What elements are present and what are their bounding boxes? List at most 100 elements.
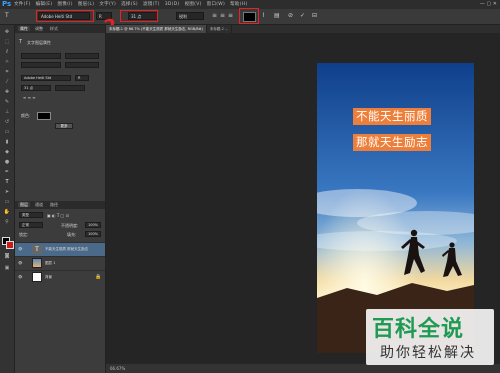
- blur-tool-icon[interactable]: ◆: [3, 149, 11, 156]
- menu-filter[interactable]: 滤镜(T): [143, 2, 160, 7]
- visibility-eye-icon[interactable]: 👁: [18, 247, 22, 251]
- history-brush-icon[interactable]: ↺: [3, 119, 11, 126]
- menu-layer[interactable]: 图层(L): [78, 2, 95, 7]
- visibility-eye-icon[interactable]: 👁: [18, 261, 22, 265]
- tab-paths[interactable]: 路径: [48, 202, 60, 207]
- menu-view[interactable]: 视图(V): [185, 2, 202, 7]
- cancel-icon[interactable]: ⊘: [288, 12, 293, 19]
- panel-field-y[interactable]: [65, 62, 99, 68]
- hand-tool-icon[interactable]: ✋: [3, 209, 11, 216]
- document-tabs: 未标题-1 @ 66.7% (不能天生丽质 那就天生励志, RGB/8#) 未标题…: [106, 25, 500, 33]
- caption-line-2: 那就天生励志: [353, 134, 431, 151]
- align-icons[interactable]: ≡ ≡ ≡: [23, 95, 36, 100]
- panel-title: 文字图层属性: [27, 40, 51, 45]
- panel-font-size[interactable]: 31 点: [21, 85, 51, 91]
- healing-tool-icon[interactable]: ✚: [3, 89, 11, 96]
- tab-styles[interactable]: 样式: [48, 26, 60, 31]
- layer-row-text[interactable]: 👁 T 不能天生丽质 那就天生励志: [15, 242, 105, 256]
- tab-channels[interactable]: 通道: [33, 202, 45, 207]
- align-right-icon[interactable]: ≡: [228, 12, 233, 19]
- crop-tool-icon[interactable]: ⌗: [3, 69, 11, 76]
- menu-help[interactable]: 帮助(H): [230, 2, 247, 7]
- visibility-eye-icon[interactable]: 👁: [18, 275, 22, 279]
- photoshop-logo: Ps: [2, 0, 12, 8]
- panel-field-x[interactable]: [21, 62, 61, 68]
- warp-text-icon[interactable]: ⌇: [262, 12, 265, 19]
- lock-icon: 🔒: [95, 274, 102, 280]
- lasso-tool-icon[interactable]: ℓ: [3, 49, 11, 56]
- fill-label: 填充:: [67, 232, 77, 237]
- opacity-label: 不透明度:: [61, 223, 79, 228]
- lock-label: 锁定:: [19, 232, 29, 237]
- status-bar: 66.67%: [106, 364, 500, 373]
- type-tool-icon-sidebar[interactable]: T: [3, 179, 11, 186]
- window-controls[interactable]: — ▢ ✕: [480, 1, 497, 7]
- layer-row-image[interactable]: 👁 图层 1: [15, 256, 105, 270]
- eyedropper-tool-icon[interactable]: ⁄: [3, 79, 11, 86]
- type-tool-icon[interactable]: T: [5, 12, 9, 19]
- tab-layers[interactable]: 图层: [18, 202, 30, 207]
- panel-leading[interactable]: [55, 85, 85, 91]
- tab-adjustments[interactable]: 调整: [33, 26, 45, 31]
- dodge-tool-icon[interactable]: ●: [3, 159, 11, 166]
- magic-wand-tool-icon[interactable]: ✧: [3, 59, 11, 66]
- doc-tab-active[interactable]: 未标题-1 @ 66.7% (不能天生丽质 那就天生励志, RGB/8#): [106, 25, 207, 33]
- watermark-title: 百科全说: [372, 317, 465, 342]
- caption-line-1: 不能天生丽质: [353, 108, 431, 125]
- screen-mode-icon[interactable]: ▣: [3, 265, 11, 272]
- properties-tabs: 属性 调整 样式: [15, 25, 105, 33]
- align-left-icon[interactable]: ≡: [212, 12, 217, 19]
- menu-items: 文件(F) 编辑(E) 图像(I) 图层(L) 文字(Y) 选择(S) 滤镜(T) 3D(D)…: [14, 1, 253, 7]
- fill-field[interactable]: 100%: [85, 231, 101, 237]
- menu-3d[interactable]: 3D(D): [165, 2, 180, 7]
- watermark-subtitle: 助你轻松解决: [380, 345, 476, 361]
- pen-tool-icon[interactable]: ✒: [3, 169, 11, 176]
- background-color[interactable]: [6, 241, 14, 249]
- quick-mask-icon[interactable]: ◙: [3, 253, 11, 260]
- menu-type[interactable]: 文字(Y): [99, 2, 116, 7]
- panels-icon[interactable]: ▤: [274, 12, 280, 19]
- panel-font-style[interactable]: R: [75, 75, 89, 81]
- layer-thumb: [32, 272, 42, 282]
- highlight-font-family: [36, 10, 94, 22]
- menu-window[interactable]: 窗口(W): [207, 2, 225, 7]
- watermark-logo: 百科全说 助你轻松解决: [366, 309, 494, 365]
- menu-edit[interactable]: 编辑(E): [36, 2, 53, 7]
- menu-file[interactable]: 文件(F): [14, 2, 31, 7]
- path-select-icon[interactable]: ➤: [3, 189, 11, 196]
- menu-image[interactable]: 图像(I): [57, 2, 72, 7]
- properties-panel: 属性 调整 样式 T 文字图层属性 Adobe Heiti Std R 31 点 ≡…: [15, 25, 106, 373]
- panel-field-h[interactable]: [65, 53, 99, 59]
- filter-icons[interactable]: ▣ ◐ T ▢ ⊡: [47, 213, 69, 218]
- opacity-field[interactable]: 100%: [85, 222, 101, 228]
- align-center-icon[interactable]: ≡: [220, 12, 225, 19]
- zoom-tool-icon[interactable]: ⚲: [3, 219, 11, 226]
- zoom-level: 66.67%: [110, 366, 126, 371]
- layer-row-background[interactable]: 👁 背景 🔒: [15, 270, 105, 284]
- blend-mode-select[interactable]: 正常: [19, 222, 43, 228]
- doc-tab-2[interactable]: 未标题-2 ...: [207, 25, 233, 33]
- commit-icon[interactable]: ✓: [300, 12, 305, 19]
- antialias-select[interactable]: 锐利: [176, 12, 204, 20]
- tab-properties[interactable]: 属性: [18, 26, 30, 31]
- shape-tool-icon[interactable]: ▭: [3, 199, 11, 206]
- text-layer-icon: T: [19, 39, 23, 45]
- stamp-tool-icon[interactable]: ⊥: [3, 109, 11, 116]
- 3d-icon[interactable]: ⊟: [312, 12, 317, 19]
- marquee-tool-icon[interactable]: ⬚: [3, 39, 11, 46]
- panel-color-label: 颜色:: [21, 113, 31, 118]
- panel-color-swatch[interactable]: [37, 112, 51, 120]
- eraser-tool-icon[interactable]: ▭: [3, 129, 11, 136]
- move-tool-icon[interactable]: ✥: [3, 29, 11, 36]
- more-button[interactable]: 更多: [55, 123, 73, 129]
- layer-name: 图层 1: [45, 261, 56, 265]
- tools-bar: ✥ ⬚ ℓ ✧ ⌗ ⁄ ✚ ✎ ⊥ ↺ ▭ ▮ ◆ ● ✒ T ➤ ▭ ✋ ⚲ …: [0, 25, 15, 373]
- brush-tool-icon[interactable]: ✎: [3, 99, 11, 106]
- menu-select[interactable]: 选择(S): [121, 2, 138, 7]
- layers-tabs: 图层 通道 路径: [15, 201, 105, 209]
- highlight-color: [239, 8, 259, 24]
- gradient-tool-icon[interactable]: ▮: [3, 139, 11, 146]
- layer-filter-kind[interactable]: 类型: [19, 212, 43, 218]
- panel-field-w[interactable]: [21, 53, 61, 59]
- panel-font-family[interactable]: Adobe Heiti Std: [21, 75, 71, 81]
